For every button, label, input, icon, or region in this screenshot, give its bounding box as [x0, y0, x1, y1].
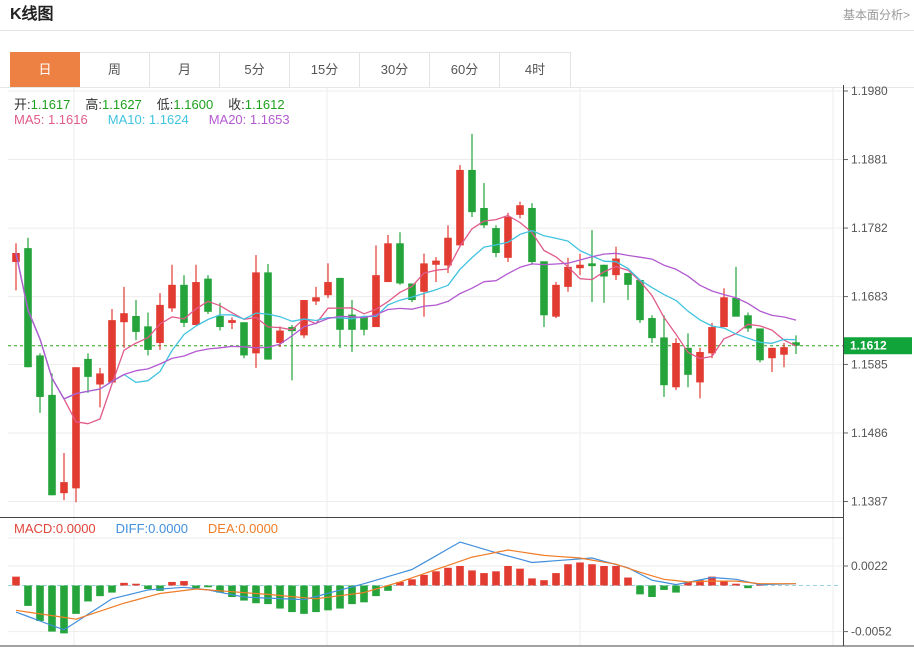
price-axis-label: 1.1683: [851, 290, 888, 304]
price-axis-label: 1.1486: [851, 426, 888, 440]
price-axis-label: 1.1782: [851, 221, 888, 235]
macd-axis-label: -0.0052: [851, 625, 892, 639]
macd-layer: [8, 542, 841, 633]
macd-axis-label: 0.0022: [851, 559, 888, 573]
price-axis-label: 1.1387: [851, 495, 888, 509]
price-axis-label: 1.1980: [851, 84, 888, 98]
candles-layer: [8, 134, 843, 502]
current-price-badge-label: 1.1612: [850, 339, 887, 353]
price-axis-label: 1.1881: [851, 153, 888, 167]
candlestick-macd-chart[interactable]: 1.1980 1.1881 1.1782 1.1683 1.1585 1.1486 1.13…: [0, 0, 914, 650]
price-axis-label: 1.1585: [851, 357, 888, 371]
